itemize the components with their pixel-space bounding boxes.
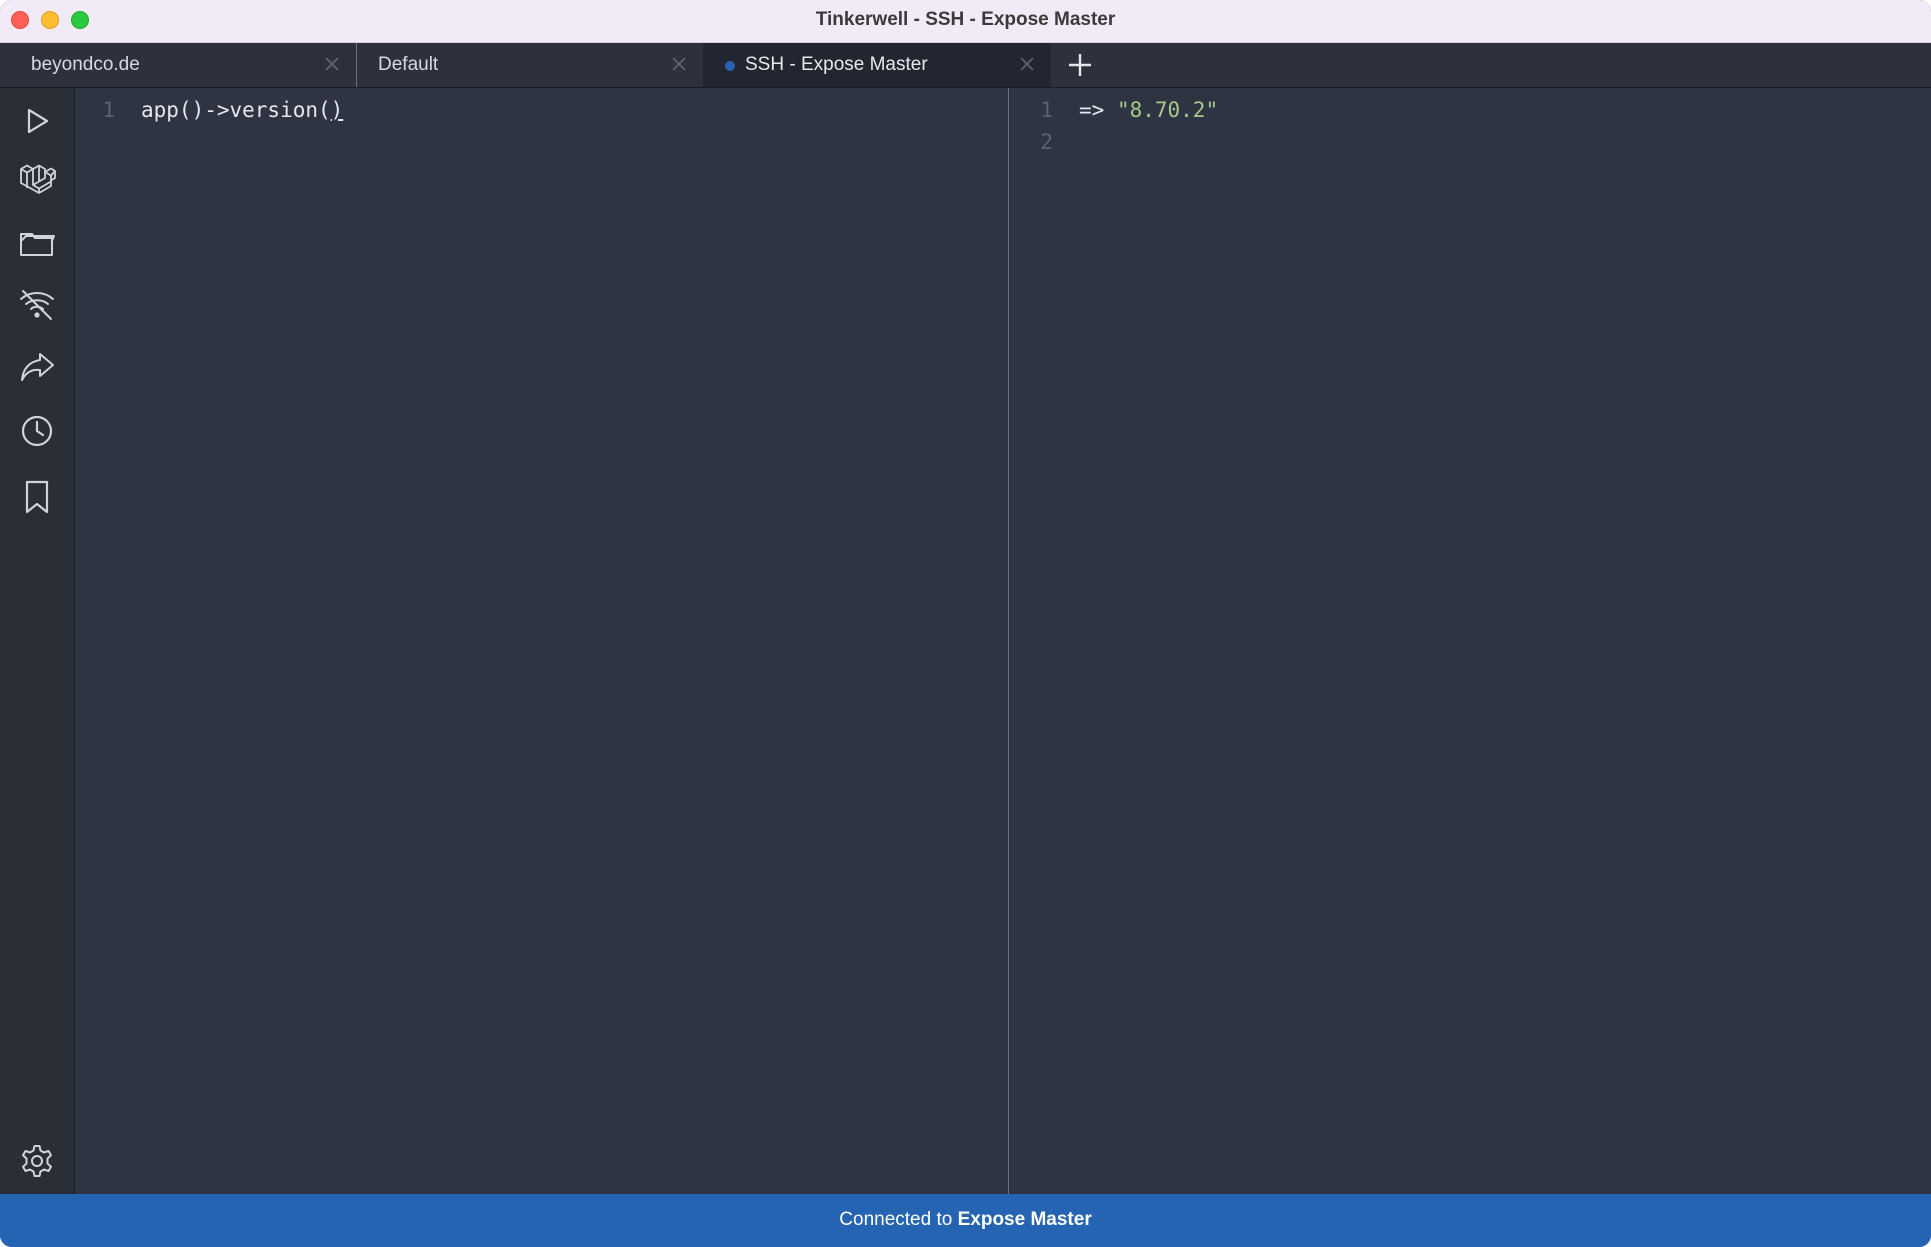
plus-icon — [1069, 54, 1091, 76]
line-number: 1 — [102, 98, 115, 122]
settings-icon[interactable] — [18, 1142, 56, 1180]
close-tab-icon[interactable] — [671, 56, 687, 72]
output-text: => "8.70.2" — [1079, 94, 1218, 126]
tab-label: Default — [378, 54, 439, 75]
tab-label: beyondco.de — [31, 54, 140, 75]
window-title: Tinkerwell - SSH - Expose Master — [815, 9, 1116, 30]
tab-beyondco[interactable]: beyondco.de — [0, 43, 356, 87]
title-bar: Tinkerwell - SSH - Expose Master — [0, 0, 1931, 43]
sidebar — [0, 88, 75, 1194]
result-value: "8.70.2" — [1116, 98, 1219, 122]
history-icon[interactable] — [18, 412, 56, 450]
connection-name: Expose Master — [957, 1209, 1092, 1230]
bookmark-icon[interactable] — [18, 478, 56, 516]
line-number: 1 — [1040, 98, 1053, 122]
output-panel[interactable]: 1 => "8.70.2" 2 — [1009, 88, 1931, 1194]
wifi-off-icon[interactable] — [18, 286, 56, 324]
code-editor[interactable]: 1 app()->version() — [75, 88, 1009, 1194]
share-icon[interactable] — [18, 348, 56, 386]
code-segment: app()->version( — [141, 98, 331, 122]
status-prefix: Connected to — [839, 1209, 953, 1230]
tab-default[interactable]: Default — [356, 43, 703, 87]
tab-ssh-expose-master[interactable]: SSH - Expose Master — [703, 43, 1051, 87]
folder-icon[interactable] — [18, 224, 56, 262]
close-tab-icon[interactable] — [324, 56, 340, 72]
result-operator: => — [1079, 98, 1105, 122]
status-bar: Connected to Expose Master — [0, 1194, 1931, 1247]
laravel-icon[interactable] — [18, 160, 56, 198]
unsaved-dot-icon — [725, 61, 735, 71]
close-tab-icon[interactable] — [1019, 56, 1035, 72]
tab-bar: beyondco.de Default SSH - Expose Master — [0, 43, 1931, 88]
matched-paren: ) — [330, 98, 344, 122]
run-icon[interactable] — [18, 102, 56, 140]
code-text: app()->version() — [141, 94, 343, 126]
line-number: 2 — [1040, 130, 1053, 154]
tab-label: SSH - Expose Master — [745, 54, 928, 75]
add-tab-button[interactable] — [1066, 51, 1094, 79]
app-window: Tinkerwell - SSH - Expose Master beyondc… — [0, 0, 1931, 1247]
